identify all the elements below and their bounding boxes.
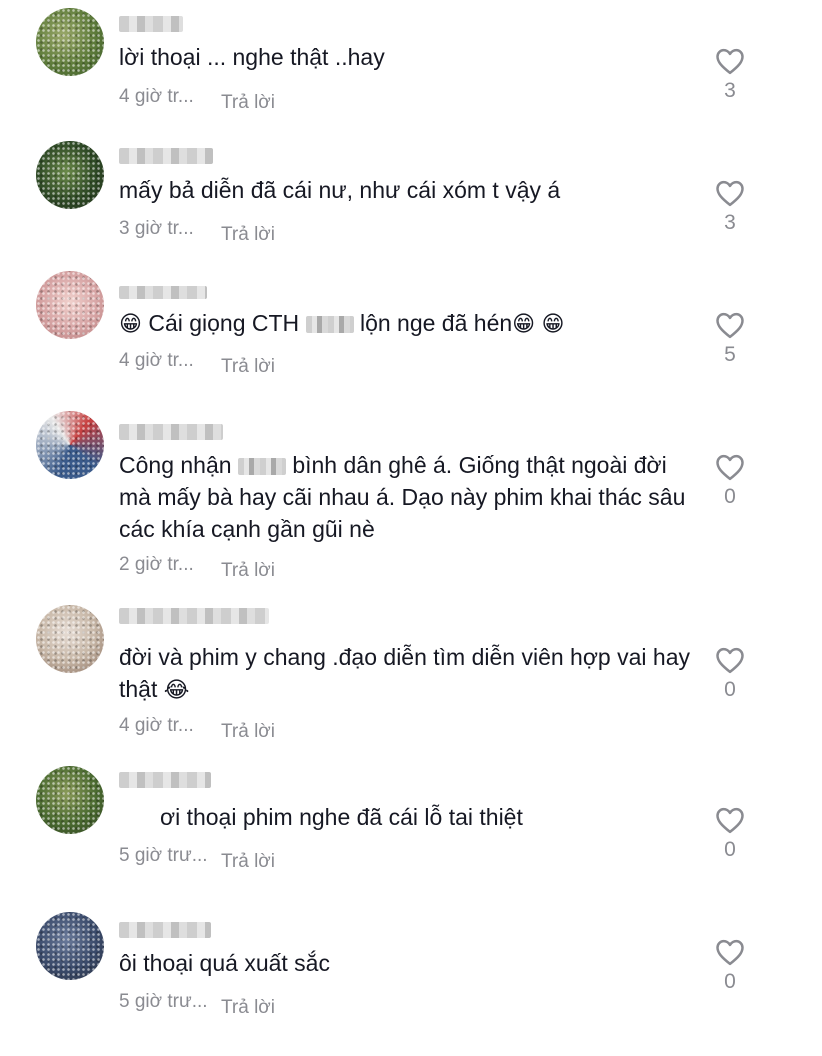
avatar[interactable] <box>36 8 104 76</box>
comment-text: ôi thoại quá xuất sắc <box>119 950 330 976</box>
like-count: 5 <box>724 343 736 366</box>
like-control[interactable]: 5 <box>713 311 747 367</box>
avatar[interactable] <box>36 271 104 339</box>
laugh-emoji: 😂 <box>163 677 190 702</box>
like-count: 0 <box>724 838 736 861</box>
comment-meta: 3 giờ tr... Trả lời <box>119 218 275 246</box>
username-blurred[interactable] <box>119 424 223 440</box>
comment-meta: 2 giờ tr... Trả lời <box>119 554 275 582</box>
like-count: 3 <box>724 79 736 102</box>
comment-text-part: Công nhận <box>119 452 232 478</box>
comment-time: 2 giờ tr... <box>119 554 194 575</box>
heart-icon[interactable] <box>715 453 745 481</box>
comment-text: đời và phim y chang .đạo diễn tìm diễn v… <box>119 641 694 706</box>
comment-text: ơi thoại phim nghe đã cái lỗ tai thiệt <box>160 804 523 830</box>
grin-emoji: 😁 <box>119 311 142 336</box>
comment-meta: 5 giờ trư... Trả lời <box>119 991 275 1019</box>
comment-text: lời thoại ... nghe thật ..hay <box>119 44 385 70</box>
like-control[interactable]: 0 <box>713 806 747 862</box>
comment-text: Công nhận bình dân ghê á. Giống thật ngo… <box>119 449 699 545</box>
comment-time: 3 giờ tr... <box>119 218 194 239</box>
comment-text-part: Cái giọng CTH <box>148 310 300 336</box>
comment-time: 4 giờ tr... <box>119 350 194 371</box>
like-control[interactable]: 3 <box>713 47 747 103</box>
comment-meta: 4 giờ tr... Trả lời <box>119 350 275 378</box>
username-blurred[interactable] <box>119 148 213 164</box>
comment-time: 5 giờ trư... <box>119 991 208 1012</box>
avatar[interactable] <box>36 605 104 673</box>
reply-button[interactable]: Trả lời <box>221 560 275 581</box>
comment-time: 4 giờ tr... <box>119 86 194 107</box>
censored-word <box>237 458 286 475</box>
like-count: 0 <box>724 678 736 701</box>
username-blurred[interactable] <box>119 772 211 788</box>
reply-button[interactable]: Trả lời <box>221 224 275 245</box>
username-blurred[interactable] <box>119 922 211 938</box>
reply-button[interactable]: Trả lời <box>221 997 275 1018</box>
like-control[interactable]: 0 <box>713 453 747 509</box>
heart-icon[interactable] <box>715 179 745 207</box>
grin-emoji: 😁 <box>512 311 536 336</box>
avatar[interactable] <box>36 411 104 479</box>
heart-icon[interactable] <box>715 646 745 674</box>
censored-word <box>305 316 354 333</box>
like-count: 0 <box>724 485 736 508</box>
reply-button[interactable]: Trả lời <box>221 721 275 742</box>
heart-icon[interactable] <box>715 311 745 339</box>
like-control[interactable]: 3 <box>713 179 747 235</box>
heart-icon[interactable] <box>715 938 745 966</box>
avatar[interactable] <box>36 141 104 209</box>
comment-meta: 4 giờ tr... Trả lời <box>119 86 275 114</box>
heart-icon[interactable] <box>715 806 745 834</box>
avatar[interactable] <box>36 912 104 980</box>
like-control[interactable]: 0 <box>713 646 747 702</box>
reply-button[interactable]: Trả lời <box>221 851 275 872</box>
grin-emoji: 😁 <box>541 311 565 336</box>
username-blurred[interactable] <box>119 608 269 624</box>
comment-text: 😁 Cái giọng CTH lộn nge đã hén😁 😁 <box>119 307 699 340</box>
comment-text-part: đời và phim y chang .đạo diễn tìm diễn v… <box>119 644 690 702</box>
username-blurred[interactable] <box>119 16 183 32</box>
comment-time: 4 giờ tr... <box>119 715 194 736</box>
comment-meta: 5 giờ trư... Trả lời <box>119 845 275 873</box>
comment-meta: 4 giờ tr... Trả lời <box>119 715 275 743</box>
comment-text-part: lộn nge đã hén <box>359 310 513 336</box>
like-control[interactable]: 0 <box>713 938 747 994</box>
heart-icon[interactable] <box>715 47 745 75</box>
comment-time: 5 giờ trư... <box>119 845 208 866</box>
avatar[interactable] <box>36 766 104 834</box>
like-count: 0 <box>724 970 736 993</box>
username-blurred[interactable] <box>119 286 207 299</box>
like-count: 3 <box>724 211 736 234</box>
reply-button[interactable]: Trả lời <box>221 356 275 377</box>
comment-text: mấy bả diễn đã cái nư, như cái xóm t vậy… <box>119 177 561 203</box>
reply-button[interactable]: Trả lời <box>221 92 275 113</box>
